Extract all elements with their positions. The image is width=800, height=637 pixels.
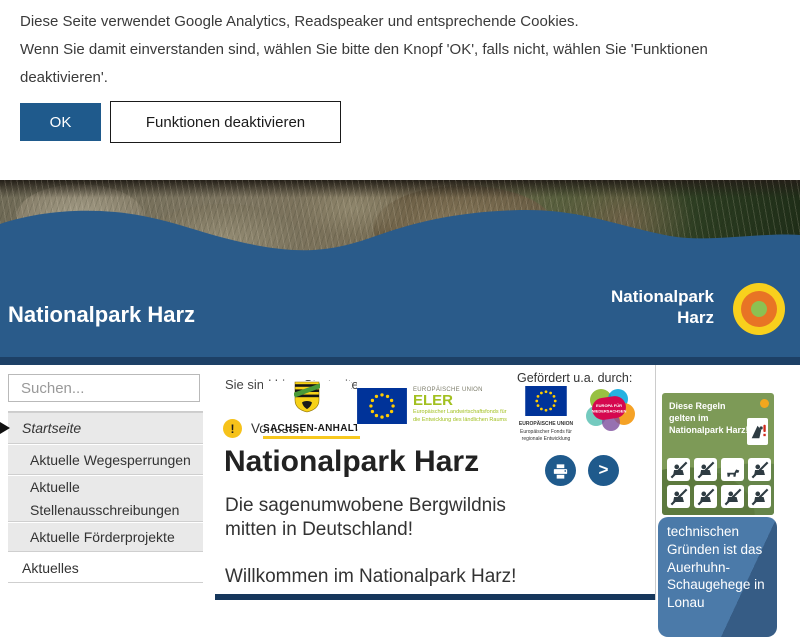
sidebar-item-aktuelles[interactable]: Aktuelles xyxy=(8,553,203,583)
efre-desc1: Europäischer Fonds für xyxy=(515,429,577,437)
header-hero: Nationalpark Harz Nationalpark Harz xyxy=(0,180,800,365)
no-flower-picking-icon xyxy=(748,458,771,481)
no-littering-icon xyxy=(667,458,690,481)
dog-on-leash-icon xyxy=(721,458,744,481)
eu-flag-icon xyxy=(357,388,407,424)
eler-desc2: die Entwicklung des ländlichen Raums xyxy=(413,417,507,425)
logo-orange-ring xyxy=(741,291,777,327)
content-media-strip xyxy=(215,594,655,600)
sidebar-item-stellenausschreibungen[interactable]: Aktuelle Stellenausschreibungen xyxy=(8,476,203,522)
climbing-warning-icon xyxy=(747,418,768,445)
eu-flag-icon xyxy=(525,386,567,416)
nationalpark-logo-icon[interactable] xyxy=(733,283,785,335)
cookie-ok-button[interactable]: OK xyxy=(20,103,101,141)
funded-by-label: Gefördert u.a. durch: xyxy=(517,371,632,385)
sidebar-item-foerderprojekte[interactable]: Aktuelle Förderprojekte xyxy=(8,523,203,552)
no-camping-icon xyxy=(748,485,771,508)
rules-poster-banner[interactable]: Diese Regeln gelten im Nationalpark Harz… xyxy=(662,393,774,515)
search-input[interactable] xyxy=(9,375,220,401)
active-item-arrow-icon xyxy=(0,422,10,434)
cookie-deactivate-button[interactable]: Funktionen deaktivieren xyxy=(110,101,341,143)
logo-green-dot xyxy=(751,301,767,317)
share-button[interactable]: > xyxy=(588,455,619,486)
auerhuhn-notice-box[interactable]: technischen Gründen ist das Auerhuhn-Sch… xyxy=(658,517,777,637)
efre-eu-line: EUROPÄISCHE UNION xyxy=(515,421,577,429)
printer-icon xyxy=(551,461,570,481)
poster-mini-logo-icon xyxy=(760,399,769,408)
header-bottom-divider xyxy=(0,357,800,365)
efre-desc2: regionale Entwicklung xyxy=(515,436,577,444)
cookie-text-line2: Wenn Sie damit einverstanden sind, wähle… xyxy=(20,36,765,92)
sidebar-item-startseite[interactable]: Startseite xyxy=(8,412,203,444)
eler-logo: EUROPÄISCHE UNION ELER Europäischer Land… xyxy=(357,382,515,429)
niedersachsen-line1: EUROPA FÜR xyxy=(596,403,622,408)
site-title: Nationalpark Harz xyxy=(8,302,195,328)
cookie-banner: Diese Seite verwendet Google Analytics, … xyxy=(0,0,800,180)
no-fire-icon xyxy=(694,485,717,508)
poster-pictogram-grid xyxy=(667,458,771,508)
page-title: Nationalpark Harz xyxy=(224,445,479,479)
poster-title: Diese Regeln gelten im Nationalpark Harz… xyxy=(669,400,751,436)
sidebar-item-wegesperrungen[interactable]: Aktuelle Wegesperrungen xyxy=(8,445,203,475)
eler-name: ELER xyxy=(413,393,507,410)
logo-wordmark-line2: Harz xyxy=(611,307,714,328)
readspeaker-icon: ! xyxy=(223,419,242,438)
efre-logo: EUROPÄISCHE UNION Europäischer Fonds für… xyxy=(515,386,577,444)
niedersachsen-line2: NIEDERSACHSEN xyxy=(592,409,627,414)
sachsen-anhalt-label: SACHSEN-ANHALT xyxy=(263,423,360,439)
sachsen-anhalt-coat-of-arms-icon xyxy=(294,381,320,413)
no-drones-icon xyxy=(667,485,690,508)
welcome-heading: Willkommen im Nationalpark Harz! xyxy=(225,566,516,588)
niedersachsen-blob-icon: EUROPA FÜR NIEDERSACHSEN xyxy=(581,387,637,431)
print-button[interactable] xyxy=(545,455,576,486)
logo-wordmark-line1: Nationalpark xyxy=(611,286,714,307)
blue-wave-shape xyxy=(0,180,800,365)
main-content: Sie sind hier: Startseite Gefördert u.a.… xyxy=(215,365,655,600)
search-box xyxy=(8,374,200,402)
sidebar: Startseite Aktuelle Wegesperrungen Aktue… xyxy=(0,365,215,600)
niedersachsen-logo: EUROPA FÜR NIEDERSACHSEN xyxy=(581,387,637,431)
page: Diese Seite verwendet Google Analytics, … xyxy=(0,0,800,600)
cookie-text-line1: Diese Seite verwendet Google Analytics, … xyxy=(20,8,765,36)
sachsen-anhalt-logo: SACHSEN-ANHALT xyxy=(263,381,351,429)
right-aside: Diese Regeln gelten im Nationalpark Harz… xyxy=(655,365,800,600)
no-off-trail-icon xyxy=(694,458,717,481)
no-digging-icon xyxy=(721,485,744,508)
page-subtitle: Die sagenumwobene Bergwildnis mitten in … xyxy=(225,494,535,542)
logo-wordmark[interactable]: Nationalpark Harz xyxy=(611,286,714,329)
eler-desc1: Europäischer Landwirtschaftsfonds für xyxy=(413,409,507,417)
